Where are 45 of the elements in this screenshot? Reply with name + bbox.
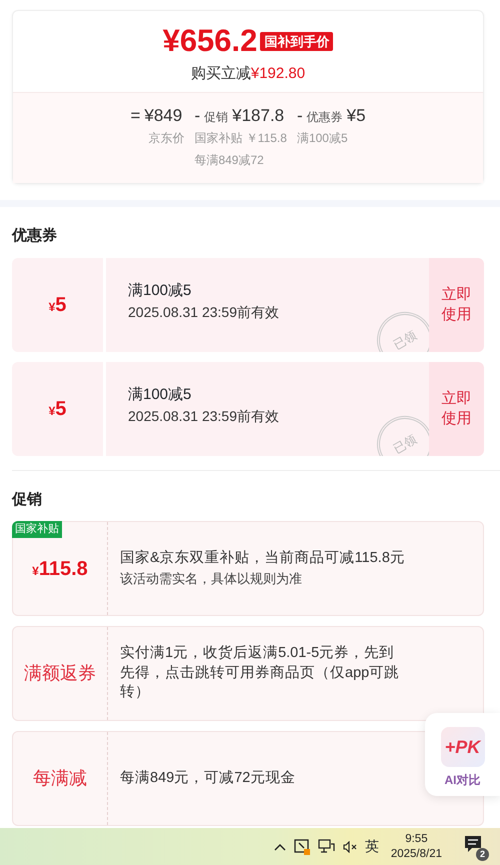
coupon-title: 满100减5 — [128, 384, 192, 405]
notification-button[interactable]: 2 — [464, 834, 486, 858]
promotion-description: 国家&京东双重补贴，当前商品可减115.8元 — [120, 549, 406, 568]
operator-sign: - — [194, 104, 200, 126]
breakdown-note: 每满849减72 — [194, 152, 265, 169]
operator-sign: = — [130, 104, 140, 126]
breakdown-note: 国家补贴 ￥115.8 — [194, 130, 287, 147]
coupon-title: 满100减5 — [128, 280, 192, 301]
promotion-description: 实付满1元，收货后返满5.01-5元券，先到先得，点击跳转可用券商品页（仅app可跳转） — [120, 644, 400, 702]
coupon-validity: 2025.08.31 23:59前有效 — [128, 303, 280, 322]
input-method-indicator[interactable]: 英 — [364, 836, 379, 857]
tray-app-icon[interactable] — [294, 838, 310, 854]
subsidy-tag: 国家补贴 — [12, 521, 62, 538]
muted-speaker-icon[interactable] — [342, 840, 357, 852]
notification-count: 2 — [476, 848, 489, 860]
compare-logo: +PK — [440, 727, 484, 767]
coupon-amount: ¥5 — [48, 292, 66, 318]
promotion-description: 每满849元，可减72元现金 — [120, 768, 296, 788]
promotion-description: 该活动需实名，具体以规则为准 — [120, 570, 303, 588]
coupon-validity: 2025.08.31 23:59前有效 — [128, 407, 280, 426]
breakdown-amount: ¥849 — [144, 104, 182, 126]
chat-icon[interactable] — [464, 834, 482, 852]
taskbar-clock[interactable]: 9:55 2025/8/21 — [390, 832, 442, 862]
compare-widget[interactable]: +PK AI对比 — [425, 713, 500, 796]
chevron-up-icon[interactable] — [274, 842, 286, 850]
promotion-type: 每满减 — [33, 767, 87, 790]
promotion-type: 满额返券 — [24, 662, 96, 686]
breakdown-note: 京东价 — [147, 130, 184, 147]
use-now-button[interactable]: 立即使用 — [429, 258, 484, 352]
breakdown-note: 满100减5 — [296, 130, 349, 147]
breakdown-amount: ¥187.8 — [232, 104, 284, 126]
section-title: 促销 — [12, 490, 43, 510]
breakdown-label: 优惠券 — [306, 108, 343, 126]
promotion-amount: ¥115.8 — [32, 556, 88, 582]
final-price: ¥656.2 — [162, 23, 258, 58]
breakdown-label: 促销 — [204, 108, 228, 126]
saving-text: 购买立减¥192.80 — [190, 64, 306, 84]
use-now-button[interactable]: 立即使用 — [429, 362, 484, 456]
coupon-amount: ¥5 — [48, 396, 66, 422]
operator-sign: - — [296, 104, 303, 126]
network-icon[interactable] — [318, 839, 335, 854]
price-tag: 国补到手价 — [260, 32, 334, 51]
breakdown-amount: ¥5 — [346, 104, 366, 126]
section-title: 优惠券 — [12, 226, 58, 246]
compare-label: AI对比 — [444, 772, 480, 789]
